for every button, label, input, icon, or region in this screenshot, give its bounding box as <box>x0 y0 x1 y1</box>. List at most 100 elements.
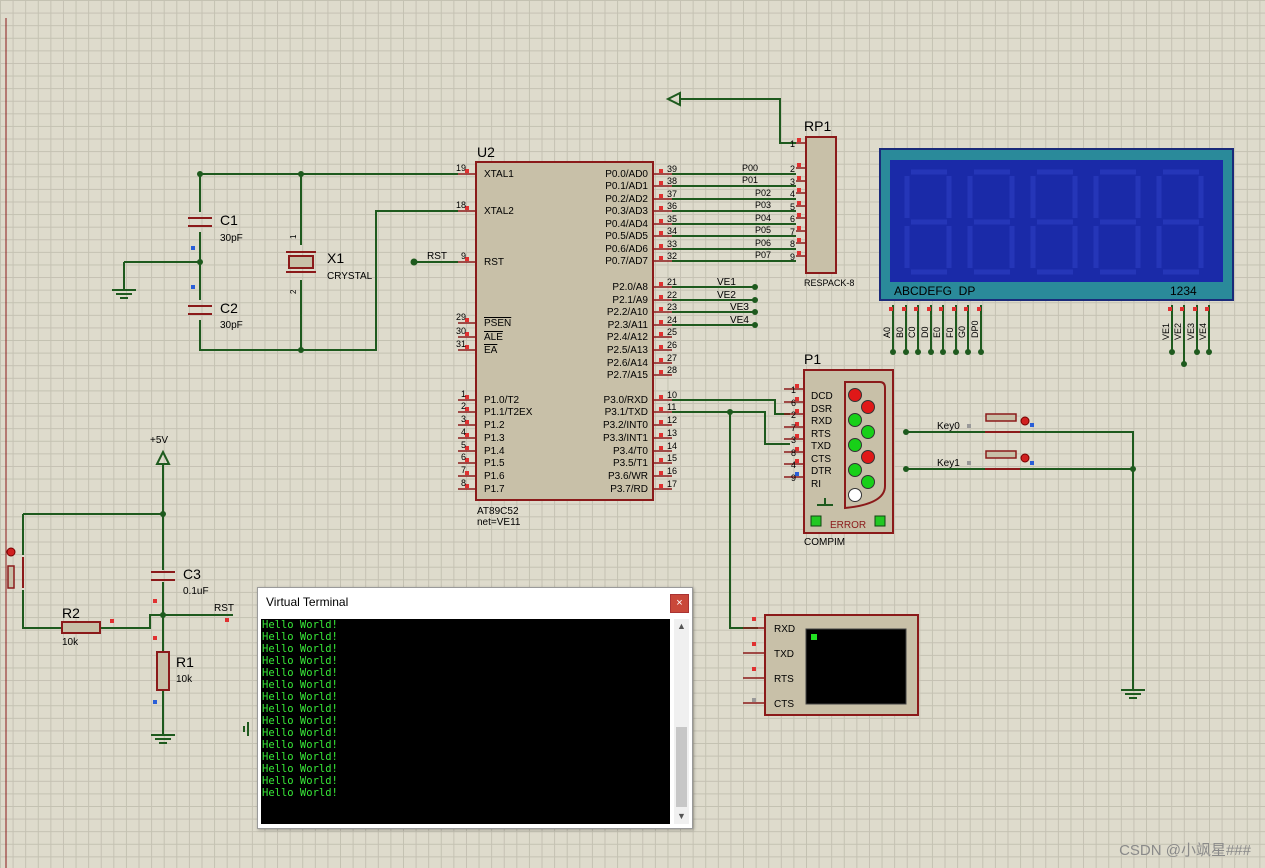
net-label-ve: VE3 <box>730 302 749 313</box>
x1-crystal[interactable]: X1 CRYSTAL 1 2 <box>286 234 373 294</box>
pin-marker <box>659 446 663 450</box>
rp1-pin-number: 2 <box>790 164 795 174</box>
seven-segment-display[interactable]: ABCDEFG DP 1234 A0 B0 C0 D0 E0 F0 G0 DP0 VE1 VE2 V… <box>879 148 1234 340</box>
vt-pin-label: CTS <box>774 699 794 710</box>
r1-resistor[interactable]: R1 10k <box>153 636 194 704</box>
vt-cursor <box>811 634 817 640</box>
pin-marker <box>659 458 663 462</box>
net-label-p0: P07 <box>755 250 771 260</box>
terminal-scrollbar[interactable]: ▲ ▼ <box>674 619 689 824</box>
pin-marker <box>659 181 663 185</box>
u2-pin-name: P3.5/T1 <box>613 458 648 469</box>
power-label: +5V <box>150 435 168 446</box>
junction <box>965 349 971 355</box>
u2-pin-number: 6 <box>461 452 466 462</box>
pin-marker <box>659 407 663 411</box>
p1-pin-number: 6 <box>791 398 796 408</box>
p1-pin-name: RXD <box>811 416 832 427</box>
p1-pin-name: DTR <box>811 466 832 477</box>
virtual-terminal-window[interactable]: Virtual Terminal × Hello World! Hello Wor… <box>257 587 693 829</box>
u2-pin-name: P2.3/A11 <box>608 320 649 331</box>
rp1-part: RESPACK-8 <box>804 278 854 288</box>
u2-pin-name: P2.1/A9 <box>612 295 648 306</box>
junction <box>953 349 959 355</box>
wire-key0-r <box>1020 431 1134 690</box>
lcd-pin-label: VE4 <box>1198 323 1208 340</box>
reset-switch[interactable] <box>6 547 24 589</box>
net-label-p0: P02 <box>755 188 771 198</box>
u2-pin-number: 16 <box>667 466 677 476</box>
rp1-pin-number: 5 <box>790 202 795 212</box>
c3-value: 0.1uF <box>183 586 209 597</box>
junction <box>1130 466 1136 472</box>
pin-marker <box>659 194 663 198</box>
c3-capacitor[interactable]: C3 0.1uF <box>151 566 209 603</box>
net-label-p0: P00 <box>742 163 758 173</box>
junction <box>940 349 946 355</box>
p1-pin-name: TXD <box>811 441 831 452</box>
key1-button[interactable]: Key1 <box>937 450 1034 470</box>
junction <box>197 171 203 177</box>
terminal-line: Hello World! <box>262 727 338 739</box>
c2-value: 30pF <box>220 320 243 331</box>
net-label-p0: P03 <box>755 200 771 210</box>
scroll-thumb[interactable] <box>676 727 687 807</box>
u2-pin-number: 5 <box>461 440 466 450</box>
terminal-titlebar[interactable]: Virtual Terminal × <box>258 588 692 616</box>
u2-pin-name: PSEN <box>484 318 511 329</box>
u2-pin-name: P1.7 <box>484 484 505 495</box>
terminal-line: Hello World! <box>262 667 338 679</box>
pin-marker <box>752 698 756 702</box>
u2-pin-name: P2.5/A13 <box>607 345 649 356</box>
rp1-pin-number: 9 <box>790 252 795 262</box>
r2-resistor[interactable]: R2 10k <box>61 605 114 648</box>
u2-net: net=VE11 <box>477 517 521 528</box>
close-button[interactable]: × <box>670 594 689 613</box>
pin-marker <box>797 163 801 167</box>
net-label-p0: P01 <box>742 175 758 185</box>
lcd-pin-label: VE3 <box>1186 323 1196 340</box>
key0-button[interactable]: Key0 <box>937 413 1034 433</box>
c1-capacitor[interactable]: C1 30pF <box>188 212 243 250</box>
pin-marker <box>659 484 663 488</box>
pin-marker <box>659 244 663 248</box>
junction <box>752 309 758 315</box>
rp1-pin-number: 3 <box>790 177 795 187</box>
rp1-pin-number: 4 <box>790 189 795 199</box>
pin-marker <box>659 332 663 336</box>
terminal-output[interactable]: Hello World! Hello World! Hello World! Hell… <box>261 619 670 824</box>
rp1-resistor-pack[interactable]: RP1 RESPACK-8 123456789 P00P01P02P03P04P… <box>665 91 854 288</box>
pin-marker <box>191 246 195 250</box>
status-led <box>848 438 862 452</box>
scroll-up-icon[interactable]: ▲ <box>674 619 689 634</box>
u2-microcontroller[interactable]: U2 AT89C52 net=VE11 19XTAL118XTAL29RST29… <box>427 144 677 528</box>
junction <box>727 409 733 415</box>
terminal-line: Hello World! <box>262 643 338 655</box>
u2-pin-number: 35 <box>667 214 677 224</box>
c2-capacitor[interactable]: C2 30pF <box>188 285 243 331</box>
lcd-pin-label: C0 <box>907 326 917 338</box>
rp1-power-arrow-icon <box>665 91 681 107</box>
p1-pin-number: 1 <box>791 385 796 395</box>
u2-pin-name: P1.6 <box>484 471 505 482</box>
u2-pin-name: P2.0/A8 <box>612 282 648 293</box>
u2-pin-number: 14 <box>667 441 677 451</box>
u2-pin-name: P3.1/TXD <box>605 407 648 418</box>
junction <box>752 284 758 290</box>
status-led <box>848 488 862 502</box>
u2-pin-name: P3.2/INT0 <box>603 420 648 431</box>
virtual-terminal-instrument[interactable]: RXD TXD RTS CTS <box>743 614 919 716</box>
net-label-ve: VE1 <box>717 277 736 288</box>
p1-compim[interactable]: P1 COMPIM 1 DCD 6 DSR 2 RXD 7 RTS 3 TXD 8 CTS 4 DTR 9 R… <box>784 351 894 548</box>
terminal-line: Hello World! <box>262 691 338 703</box>
p1-pin-name: RTS <box>811 429 831 440</box>
vt-pin-label: TXD <box>774 649 794 660</box>
u2-pin-number: 12 <box>667 415 677 425</box>
pin-marker <box>1180 307 1184 311</box>
junction <box>978 349 984 355</box>
u2-pin-number: 18 <box>456 200 466 210</box>
junction <box>298 347 304 353</box>
u2-pin-name: P0.0/AD0 <box>605 169 648 180</box>
scroll-down-icon[interactable]: ▼ <box>674 809 689 824</box>
pin-marker <box>797 176 801 180</box>
